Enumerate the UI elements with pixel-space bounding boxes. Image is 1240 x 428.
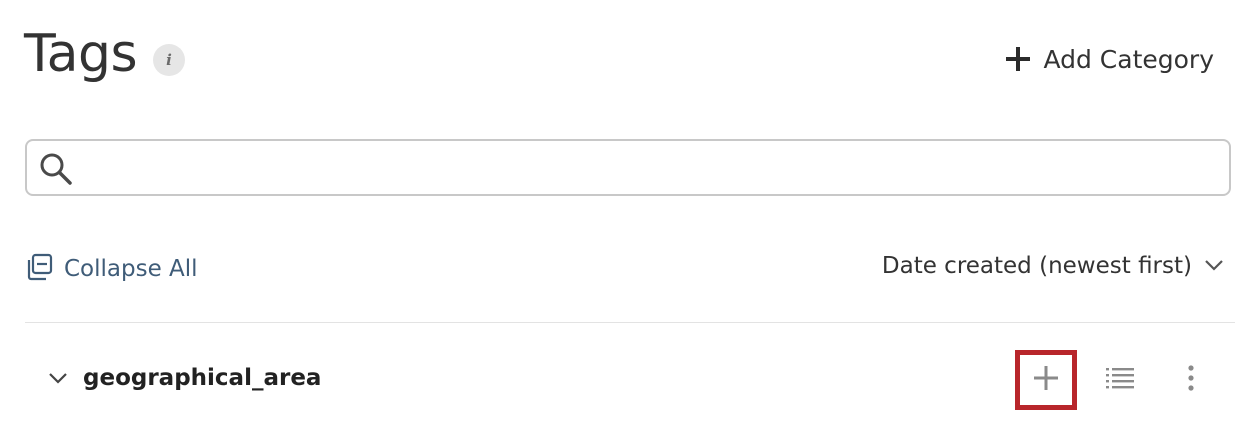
add-tag-button[interactable] xyxy=(1015,350,1077,410)
plus-icon xyxy=(1005,46,1031,72)
info-icon[interactable]: i xyxy=(153,44,185,76)
category-row: geographical_area xyxy=(25,350,1235,412)
search-input[interactable] xyxy=(83,149,1217,189)
sort-label: Date created (newest first) xyxy=(881,253,1192,279)
search-box xyxy=(25,139,1231,196)
more-options-button[interactable] xyxy=(1160,350,1222,410)
divider xyxy=(25,322,1235,323)
list-icon xyxy=(1105,365,1135,395)
collapse-icon xyxy=(25,253,53,285)
search-icon xyxy=(39,152,73,190)
plus-icon xyxy=(1033,365,1059,395)
more-vertical-icon xyxy=(1187,364,1195,396)
list-view-button[interactable] xyxy=(1089,350,1151,410)
add-category-label: Add Category xyxy=(1043,44,1214,74)
page-title: Tags xyxy=(24,24,138,84)
add-category-button[interactable]: Add Category xyxy=(1005,40,1214,78)
chevron-down-icon[interactable] xyxy=(48,370,68,389)
category-name[interactable]: geographical_area xyxy=(83,365,321,391)
chevron-down-icon xyxy=(1204,257,1224,276)
tags-page: Tags i Add Category Collapse All Date cr… xyxy=(0,0,1240,428)
collapse-all-label: Collapse All xyxy=(64,256,198,282)
sort-dropdown[interactable]: Date created (newest first) xyxy=(882,253,1224,279)
collapse-all-button[interactable]: Collapse All xyxy=(25,253,198,285)
